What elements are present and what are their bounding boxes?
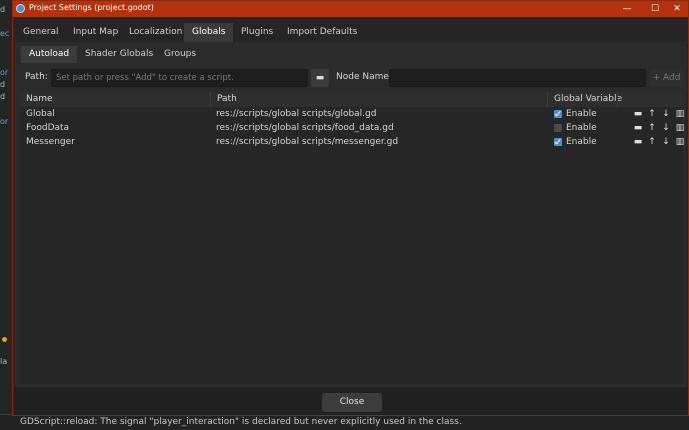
tab-plugins[interactable]: Plugins <box>233 23 281 42</box>
table-row[interactable]: Messenger res://scripts/global scripts/m… <box>20 135 685 149</box>
arrow-down-icon[interactable]: ↓ <box>661 136 671 148</box>
tab-localization[interactable]: Localization <box>121 23 190 42</box>
output-message: GDScript::reload: The signal "player_int… <box>20 417 462 427</box>
minimize-button[interactable]: — <box>615 1 639 17</box>
table-header: Name Path Global Variable <box>20 92 683 107</box>
trash-icon[interactable]: ▥ <box>675 136 685 148</box>
close-window-button[interactable]: ✕ <box>665 1 689 17</box>
folder-icon[interactable]: ▬ <box>633 108 643 120</box>
arrow-down-icon[interactable]: ↓ <box>661 108 671 120</box>
trash-icon[interactable]: ▥ <box>675 122 685 134</box>
tab-general[interactable]: General <box>15 23 66 42</box>
tab-input-map[interactable]: Input Map <box>65 23 126 42</box>
tab-globals[interactable]: Globals <box>184 23 234 42</box>
folder-icon[interactable]: ▬ <box>633 136 643 148</box>
folder-icon: ▬ <box>315 73 325 83</box>
warning-dot-icon <box>2 337 7 342</box>
trash-icon[interactable]: ▥ <box>675 108 685 120</box>
enable-label: Enable <box>566 137 597 147</box>
column-header-path: Path <box>210 92 547 107</box>
table-row[interactable]: FoodData res://scripts/global scripts/fo… <box>20 121 685 135</box>
arrow-up-icon[interactable]: ↑ <box>647 108 657 120</box>
autoload-name: Global <box>26 109 55 119</box>
autoload-path: res://scripts/global scripts/global.gd <box>216 109 377 119</box>
node-name-input[interactable] <box>389 69 646 87</box>
project-settings-dialog: Project Settings (project.godot) — ☐ ✕ G… <box>12 0 689 416</box>
enable-label: Enable <box>566 123 597 133</box>
plus-icon: + <box>652 73 663 83</box>
enable-label: Enable <box>566 109 597 119</box>
title-bar: Project Settings (project.godot) — ☐ ✕ <box>13 1 688 17</box>
node-name-label: Node Name: <box>336 72 392 82</box>
column-header-name: Name <box>26 94 53 104</box>
autoload-name: Messenger <box>26 137 75 147</box>
column-header-global-variable: Global Variable <box>547 92 622 107</box>
add-label: Add <box>662 73 681 83</box>
browse-folder-button[interactable]: ▬ <box>311 69 329 87</box>
table-row[interactable]: Global res://scripts/global scripts/glob… <box>20 107 685 121</box>
subtab-autoload[interactable]: Autoload <box>21 46 78 63</box>
tab-import-defaults[interactable]: Import Defaults <box>279 23 365 42</box>
path-input[interactable]: Set path or press "Add" to create a scri… <box>51 69 308 87</box>
godot-app-icon <box>16 4 25 13</box>
arrow-up-icon[interactable]: ↑ <box>647 136 657 148</box>
subtab-groups[interactable]: Groups <box>156 46 204 63</box>
column-header-actions <box>617 92 683 107</box>
autoload-path: res://scripts/global scripts/messenger.g… <box>216 137 399 147</box>
autoload-table: Name Path Global Variable Global res://s… <box>20 92 685 384</box>
folder-icon[interactable]: ▬ <box>633 122 643 134</box>
maximize-button[interactable]: ☐ <box>643 1 667 17</box>
globals-panel: Autoload Shader Globals Groups Path: Set… <box>15 42 686 387</box>
subtab-shader-globals[interactable]: Shader Globals <box>77 46 161 63</box>
dialog-footer: Close <box>13 387 688 415</box>
arrow-up-icon[interactable]: ↑ <box>647 122 657 134</box>
window-title: Project Settings (project.godot) <box>29 3 154 12</box>
close-button[interactable]: Close <box>322 393 382 412</box>
path-label: Path: <box>25 72 48 82</box>
autoload-path: res://scripts/global scripts/food_data.g… <box>216 123 394 133</box>
arrow-down-icon[interactable]: ↓ <box>661 122 671 134</box>
add-autoload-button[interactable]: + Add <box>650 69 683 87</box>
autoload-name: FoodData <box>26 123 70 133</box>
output-status-bar: GDScript::reload: The signal "player_int… <box>0 414 689 430</box>
